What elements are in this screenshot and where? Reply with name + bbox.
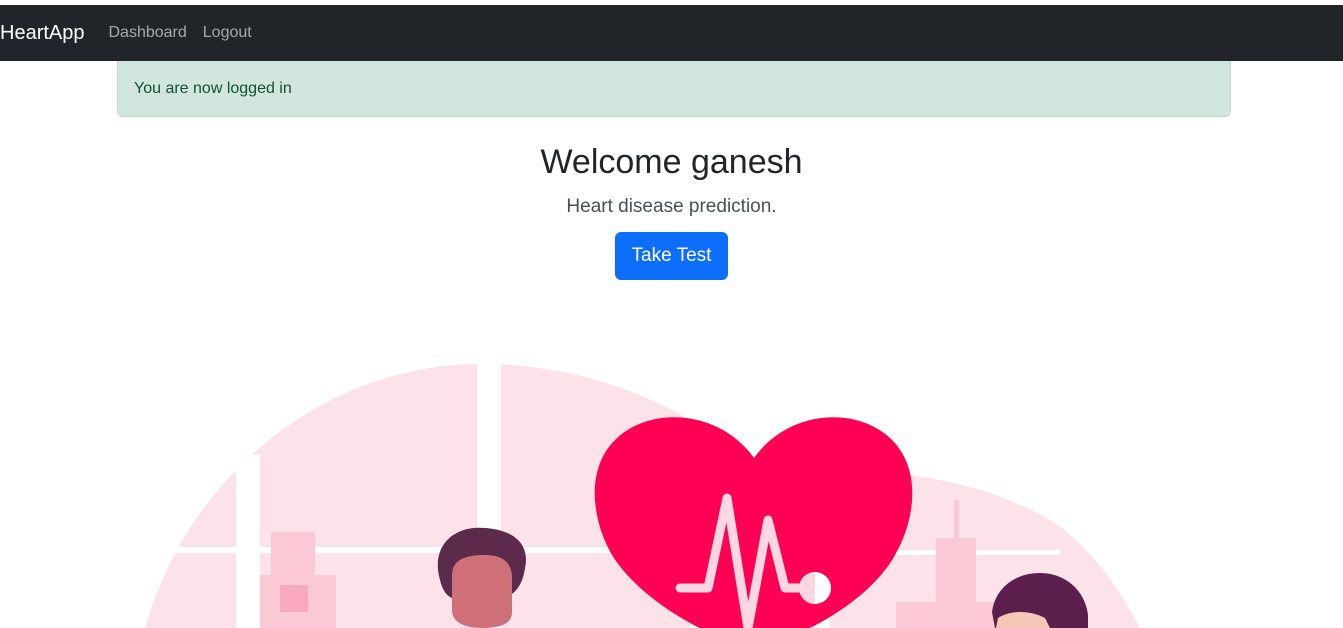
take-test-button[interactable]: Take Test: [614, 232, 729, 280]
nav-link-dashboard[interactable]: Dashboard: [109, 24, 187, 42]
page-subtitle: Heart disease prediction.: [566, 196, 777, 217]
alert-message: You are now logged in: [134, 79, 292, 97]
page-title: Welcome ganesh: [540, 143, 803, 181]
building-left-window: [280, 585, 308, 612]
hero-section: Welcome ganesh Heart disease prediction.…: [0, 140, 1343, 280]
building-right-antenna: [954, 500, 959, 540]
page: HeartApp Dashboard Logout You are now lo…: [0, 0, 1343, 628]
brand-link[interactable]: HeartApp: [0, 22, 85, 45]
person-left-face: [452, 555, 512, 628]
success-alert: You are now logged in: [117, 61, 1231, 117]
nav-link-logout[interactable]: Logout: [203, 24, 252, 42]
navbar: HeartApp Dashboard Logout: [0, 5, 1343, 61]
window-frame-left-post: [236, 455, 260, 628]
heart-health-illustration: [145, 364, 1140, 628]
